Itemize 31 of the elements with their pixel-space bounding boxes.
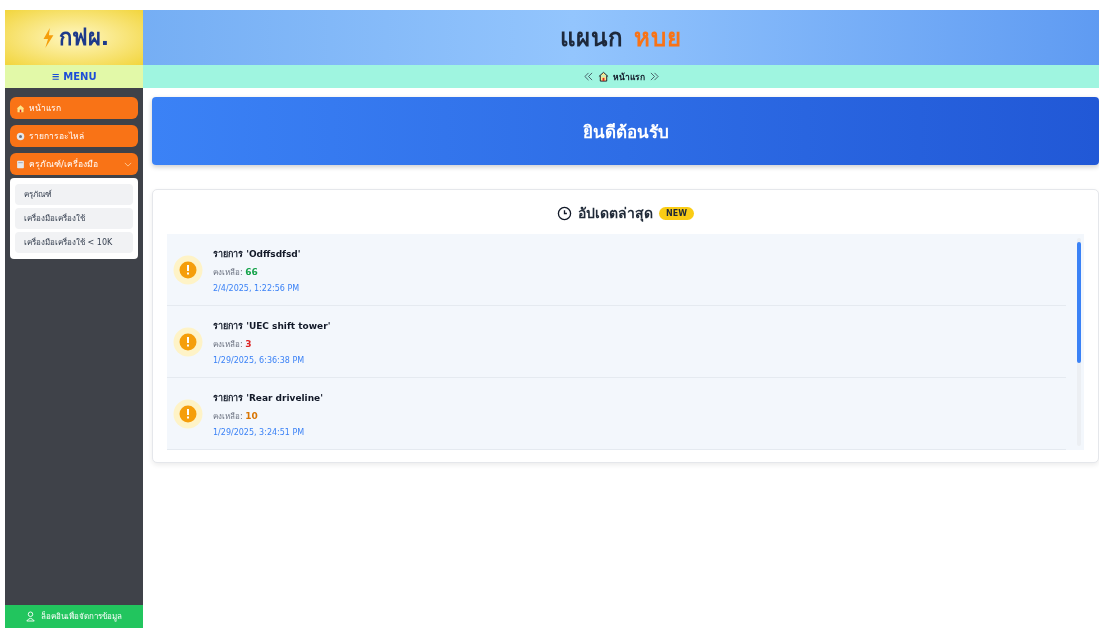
timestamp: 2/4/2025, 1:22:56 PM (213, 283, 301, 293)
user-icon (26, 611, 35, 622)
remaining-text: คงเหลือ: 10 (213, 409, 259, 423)
double-chevron-right-icon (648, 72, 660, 81)
welcome-text: ยินดีต้อนรับ (582, 120, 669, 144)
item-title: รายการ 'UEC shift tower' (213, 319, 331, 333)
warning-icon (173, 398, 203, 429)
breadcrumb-link[interactable]: หน้าแรก (612, 69, 645, 84)
warning-icon (173, 254, 203, 285)
page-title: แผนก หบย (560, 23, 682, 54)
timestamp: 1/29/2025, 6:36:38 PM (213, 355, 306, 365)
home-icon (16, 103, 25, 113)
updates-title: อัปเดตล่าสุด (578, 204, 653, 224)
warning-icon (173, 326, 203, 357)
item-title: รายการ 'Odffsdfsd' (213, 247, 301, 261)
remaining-text: คงเหลือ: 3 (213, 337, 253, 351)
menu-label[interactable]: ≡ MENU (5, 65, 143, 88)
clock-icon (557, 205, 572, 221)
remaining-text: คงเหลือ: 66 (213, 265, 259, 279)
book-icon (16, 159, 25, 169)
submenu-item[interactable]: เครื่องมือเครื่องใช้ (15, 208, 133, 229)
double-chevron-left-icon (582, 72, 594, 81)
item-title: รายการ 'Rear driveline' (213, 391, 323, 405)
gear-icon (16, 131, 25, 141)
timestamp: 1/29/2025, 3:24:51 PM (213, 427, 306, 437)
submenu-item[interactable]: เครื่องมือเครื่องใช้ < 10K (15, 232, 133, 253)
logo-text: กฟผ. (58, 24, 110, 52)
submenu-item[interactable]: ครุภัณฑ์ (15, 184, 133, 205)
new-badge: NEW (659, 206, 694, 220)
scrollbar[interactable] (1077, 238, 1081, 446)
home-icon (597, 71, 609, 82)
